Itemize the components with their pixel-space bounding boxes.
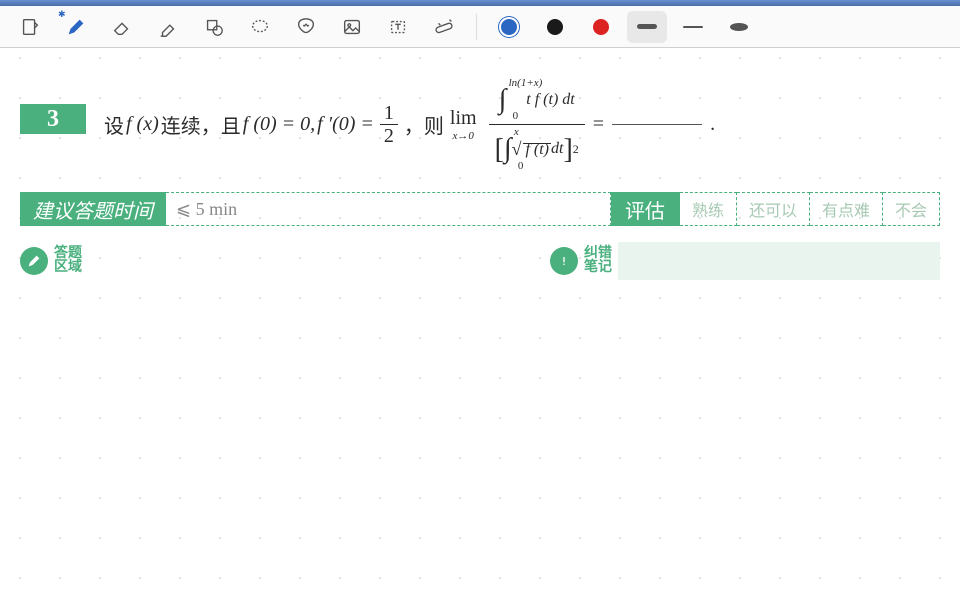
- eval-opt-2[interactable]: 有点难: [810, 192, 883, 226]
- toolbar-divider: [476, 14, 477, 40]
- info-strip: 建议答题时间 ⩽ 5 min 评估 熟练 还可以 有点难 不会: [20, 192, 940, 226]
- problem-expression: 设 f (x) 连续，且 f (0) = 0, f ′(0) = 1 2 ，则 …: [104, 76, 715, 174]
- eval-opt-3[interactable]: 不会: [883, 192, 940, 226]
- fraction-half: 1 2: [380, 102, 398, 147]
- time-value: ⩽ 5 min: [166, 192, 611, 226]
- limit: lim x→0: [450, 107, 477, 142]
- highlighter-icon[interactable]: [148, 11, 188, 43]
- alert-circle-icon: [550, 247, 578, 275]
- page-canvas[interactable]: 3 设 f (x) 连续，且 f (0) = 0, f ′(0) = 1 2 ，…: [0, 48, 960, 600]
- stroke-thick[interactable]: [627, 11, 667, 43]
- toolbar: ✱: [0, 6, 960, 48]
- stroke-oval[interactable]: [719, 11, 759, 43]
- answer-area-label: 答题 区域: [20, 242, 530, 280]
- numerator-integral: ln(1+x) ∫t f (t) dt 0: [499, 78, 575, 122]
- eraser-icon[interactable]: [102, 11, 142, 43]
- sticker-icon[interactable]: [286, 11, 326, 43]
- notes-highlight-box: [618, 242, 940, 280]
- section-labels: 答题 区域 纠错 笔记: [20, 242, 940, 280]
- denominator-integral: x ∫ √f (t) dt 0: [504, 127, 564, 171]
- color-blue[interactable]: [489, 11, 529, 43]
- lasso-icon[interactable]: [240, 11, 280, 43]
- color-red[interactable]: [581, 11, 621, 43]
- image-icon[interactable]: [332, 11, 372, 43]
- ruler-icon[interactable]: [424, 11, 464, 43]
- main-fraction: ln(1+x) ∫t f (t) dt 0 [ x ∫ √f (t) dt 0: [489, 76, 585, 174]
- eval-opt-0[interactable]: 熟练: [680, 192, 737, 226]
- pen-tool-icon[interactable]: ✱: [56, 11, 96, 43]
- eval-label: 评估: [611, 192, 680, 226]
- answer-blank: [612, 124, 702, 125]
- shape-tool-icon[interactable]: [194, 11, 234, 43]
- color-black[interactable]: [535, 11, 575, 43]
- pencil-circle-icon: [20, 247, 48, 275]
- notebook-icon[interactable]: [10, 11, 50, 43]
- question-number: 3: [20, 104, 86, 134]
- bluetooth-icon: ✱: [58, 9, 66, 20]
- text-tool-icon[interactable]: [378, 11, 418, 43]
- problem-block: 3 设 f (x) 连续，且 f (0) = 0, f ′(0) = 1 2 ，…: [20, 60, 940, 180]
- eval-opt-1[interactable]: 还可以: [737, 192, 810, 226]
- notes-area-label: 纠错 笔记: [550, 242, 940, 280]
- time-label: 建议答题时间: [20, 192, 166, 226]
- stroke-thin[interactable]: [673, 11, 713, 43]
